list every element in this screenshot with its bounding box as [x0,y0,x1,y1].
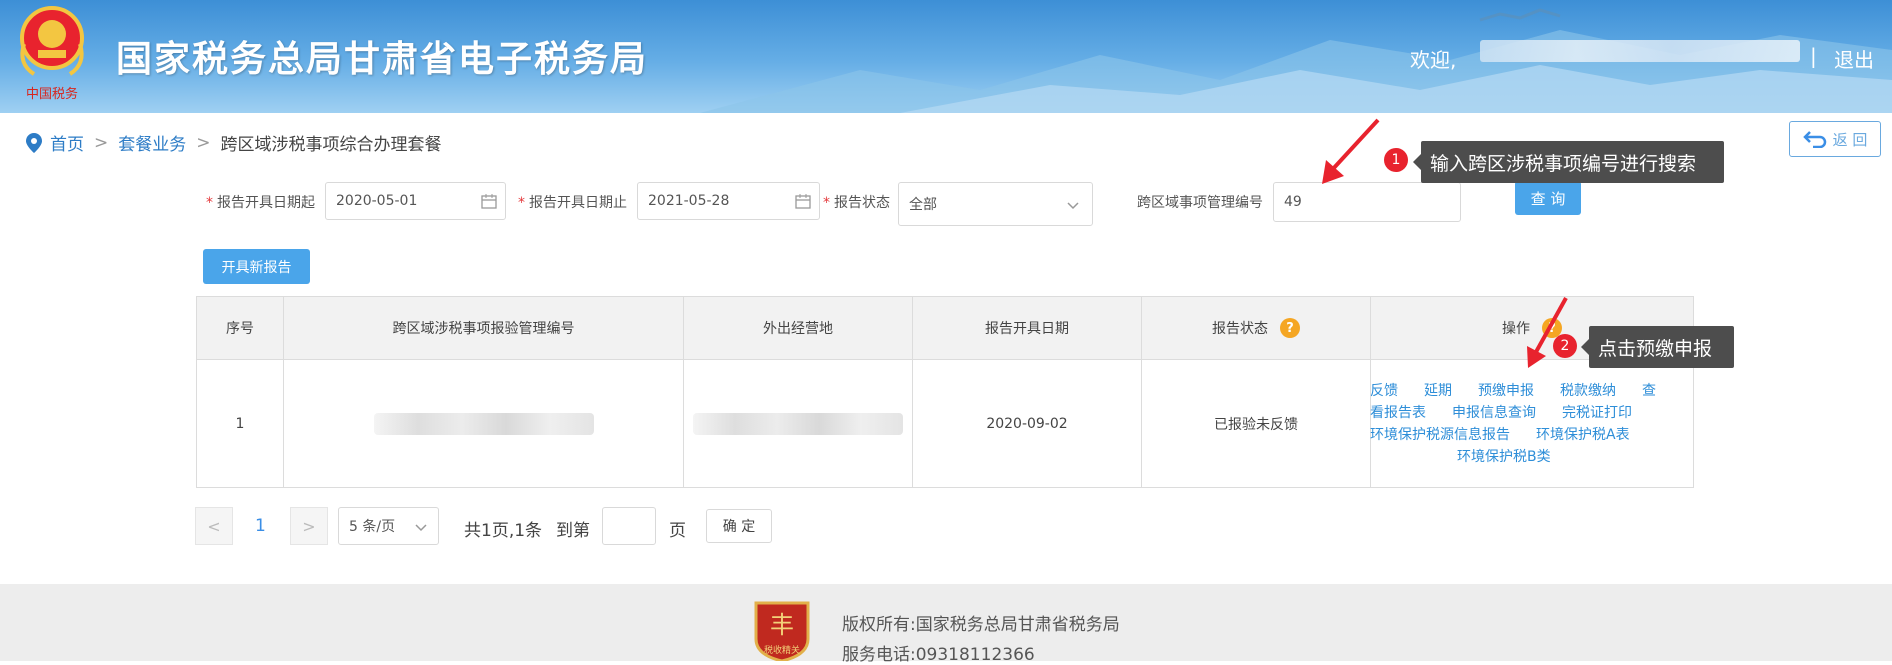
back-button[interactable]: 返 回 [1789,121,1881,157]
step1-arrow-icon [1322,118,1380,184]
footer-phone: 服务电话:09318112366 [842,645,1035,665]
footer: 丰 税收精关 版权所有:国家税务总局甘肃省税务局 服务电话:0931811236… [0,584,1892,665]
step2-tooltip: 点击预缴申报 [1581,326,1734,368]
column-header-status: 报告状态? [1142,297,1371,359]
action-view-report-part2[interactable]: 看报告表 [1370,405,1426,421]
tax-emblem-logo: 中国税务 [20,6,84,102]
column-header-code: 跨区域涉税事项报验管理编号 [284,297,684,359]
breadcrumb-package[interactable]: 套餐业务 [118,130,186,155]
header-separator: | [1810,44,1817,68]
status-select[interactable]: 全部 [898,182,1093,226]
chevron-down-icon [1067,202,1079,210]
query-button[interactable]: 查 询 [1515,181,1581,215]
chevron-down-icon [415,524,427,532]
new-report-button[interactable]: 开具新报告 [203,249,310,284]
row-date: 2020-09-02 [913,360,1142,488]
back-button-label: 返 回 [1832,130,1868,149]
goto-confirm-button[interactable]: 确 定 [706,509,772,543]
action-view-report-part1[interactable]: 查 [1642,383,1656,399]
row-location-redacted [684,360,913,488]
page-unit-label: 页 [669,521,686,541]
svg-text:中国税务: 中国税务 [26,86,78,102]
breadcrumb-separator: > [196,132,211,153]
svg-text:丰: 丰 [770,611,794,639]
location-pin-icon [26,132,42,153]
prev-page-button[interactable]: < [195,507,233,545]
action-feedback[interactable]: 反馈 [1370,383,1398,399]
action-links: 反馈 延期 预缴申报 税款缴纳 查 看报告表 申报信息查询 完税证打印 环境保护税源信息报告… [1370,380,1680,468]
calendar-icon [481,194,497,209]
table-row: 1 2020-09-02 已报验未反馈 反馈 延期 预缴申报 税款缴纳 查 看报告表 申报… [197,360,1693,488]
page-summary: 共1页,1条 [464,521,543,541]
header-banner: 中国税务 国家税务总局甘肃省电子税务局 欢迎, | 退出 [0,0,1892,113]
column-header-location: 外出经营地 [684,297,913,359]
calendar-icon [795,194,811,209]
welcome-label: 欢迎, [1410,48,1457,72]
status-label: * 报告状态 [823,195,890,211]
step1-badge: 1 [1384,148,1408,172]
action-env-tax-source-report[interactable]: 环境保护税源信息报告 [1370,427,1510,443]
help-icon[interactable]: ? [1280,318,1300,338]
breadcrumb: 首页 > 套餐业务 > 跨区域涉税事项综合办理套餐 [26,130,442,155]
report-table: 序号 跨区域涉税事项报验管理编号 外出经营地 报告开具日期 报告状态? 操作? … [196,296,1694,488]
action-prepay-declare[interactable]: 预缴申报 [1478,383,1534,399]
svg-text:税收精关: 税收精关 [764,644,800,656]
column-header-date: 报告开具日期 [913,297,1142,359]
goto-page-input[interactable] [602,507,656,545]
breadcrumb-current: 跨区域涉税事项综合办理套餐 [220,135,442,155]
action-extend[interactable]: 延期 [1424,383,1452,399]
row-index: 1 [197,360,284,488]
step1-tooltip: 输入跨区涉税事项编号进行搜索 [1413,141,1724,183]
action-tax-payment[interactable]: 税款缴纳 [1560,383,1616,399]
code-label: 跨区域事项管理编号 [1137,195,1263,211]
breadcrumb-separator: > [94,132,109,153]
end-date-input[interactable]: 2021-05-28 [637,182,820,220]
row-code-redacted [284,360,684,488]
start-date-input[interactable]: 2020-05-01 [325,182,506,220]
table-header: 序号 跨区域涉税事项报验管理编号 外出经营地 报告开具日期 报告状态? 操作? [197,297,1693,360]
breadcrumb-home[interactable]: 首页 [50,130,84,155]
start-date-label: * 报告开具日期起 [206,195,315,211]
goto-label: 到第 [556,521,590,541]
step2-badge: 2 [1553,334,1577,358]
action-env-tax-a[interactable]: 环境保护税A表 [1536,427,1630,443]
end-date-label: * 报告开具日期止 [518,195,627,211]
pagination: < 1 > 5 条/页 共1页,1条 到第 页 确 定 [0,507,800,547]
footer-logo: 丰 税收精关 [754,601,810,661]
username-redacted [1480,40,1800,62]
next-page-button[interactable]: > [290,507,328,545]
logout-link[interactable]: 退出 [1834,44,1874,73]
page-size-select[interactable]: 5 条/页 [338,507,439,545]
column-header-index: 序号 [197,297,284,359]
action-declaration-query[interactable]: 申报信息查询 [1452,405,1536,421]
return-arrow-icon [1802,131,1826,148]
current-page[interactable]: 1 [255,516,266,536]
management-code-input[interactable]: 49 [1273,182,1461,222]
footer-copyright: 版权所有:国家税务总局甘肃省税务局 [842,615,1120,635]
action-tax-certificate-print[interactable]: 完税证打印 [1562,405,1632,421]
site-title: 国家税务总局甘肃省电子税务局 [116,39,649,80]
row-status: 已报验未反馈 [1142,360,1371,488]
action-env-tax-b[interactable]: 环境保护税B类 [1457,449,1551,465]
